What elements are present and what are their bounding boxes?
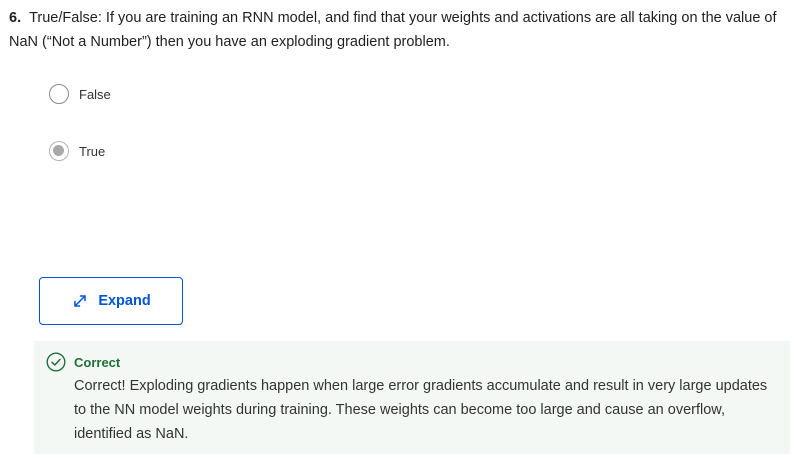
expand-button-label: Expand (98, 293, 151, 309)
feedback-panel: Correct Correct! Exploding gradients hap… (34, 341, 790, 454)
expand-arrows-icon (74, 295, 87, 307)
radio-true-selected[interactable] (49, 141, 69, 161)
question-text-block: 6. True/False: If you are training an RNN… (9, 6, 791, 54)
option-label-true: True (79, 143, 106, 159)
feedback-explanation: Correct! Exploding gradients happen when… (74, 378, 768, 442)
question-prompt: True/False: If you are training an RNN m… (9, 10, 777, 50)
radio-false[interactable] (49, 84, 69, 104)
option-false[interactable]: False (49, 84, 111, 104)
option-true[interactable]: True (49, 141, 105, 161)
check-circle-icon (46, 352, 66, 372)
feedback-status: Correct (74, 355, 121, 370)
question-number: 6. (9, 10, 22, 26)
expand-button[interactable]: Expand (39, 277, 183, 325)
option-label-false: False (79, 86, 111, 102)
